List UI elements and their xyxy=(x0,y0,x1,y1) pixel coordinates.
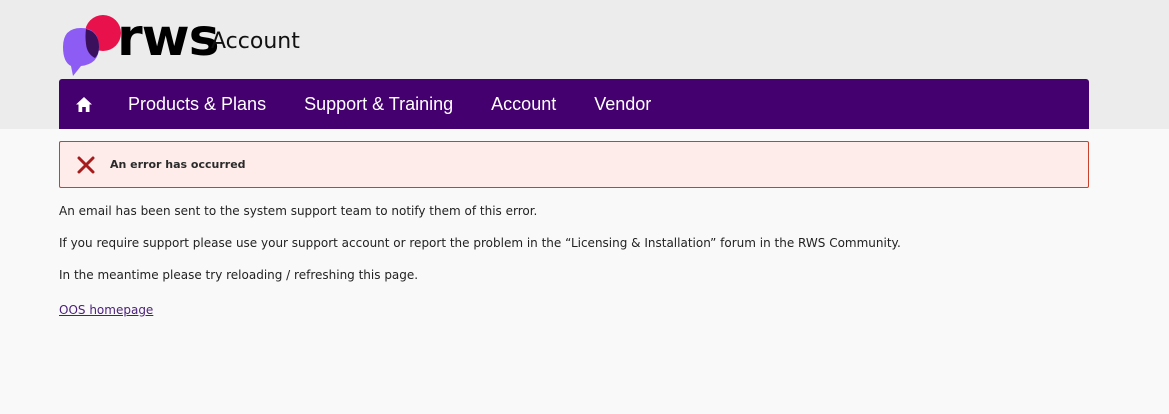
info-paragraph-reload: In the meantime please try reloading / r… xyxy=(59,268,419,282)
oos-homepage-link[interactable]: OOS homepage xyxy=(59,303,153,317)
logo-wordmark: rws xyxy=(117,8,220,68)
nav-item-products-plans[interactable]: Products & Plans xyxy=(109,79,285,129)
error-message: An error has occurred xyxy=(110,158,246,171)
rws-account-logo[interactable]: rws Account xyxy=(59,10,319,78)
error-alert: An error has occurred xyxy=(59,141,1089,188)
info-paragraph-email: An email has been sent to the system sup… xyxy=(59,204,538,218)
nav-home-button[interactable] xyxy=(59,79,109,129)
rws-logo-icon xyxy=(63,15,121,76)
info-paragraph-support: If you require support please use your s… xyxy=(59,236,901,250)
logo-suffix: Account xyxy=(211,29,300,54)
main-navbar: Products & Plans Support & Training Acco… xyxy=(59,79,1089,129)
home-icon xyxy=(76,96,92,112)
nav-item-account[interactable]: Account xyxy=(472,79,575,129)
close-x-icon xyxy=(77,156,95,173)
nav-item-vendor[interactable]: Vendor xyxy=(575,79,670,129)
nav-item-support-training[interactable]: Support & Training xyxy=(285,79,472,129)
error-content: An email has been sent to the system sup… xyxy=(59,203,1089,318)
